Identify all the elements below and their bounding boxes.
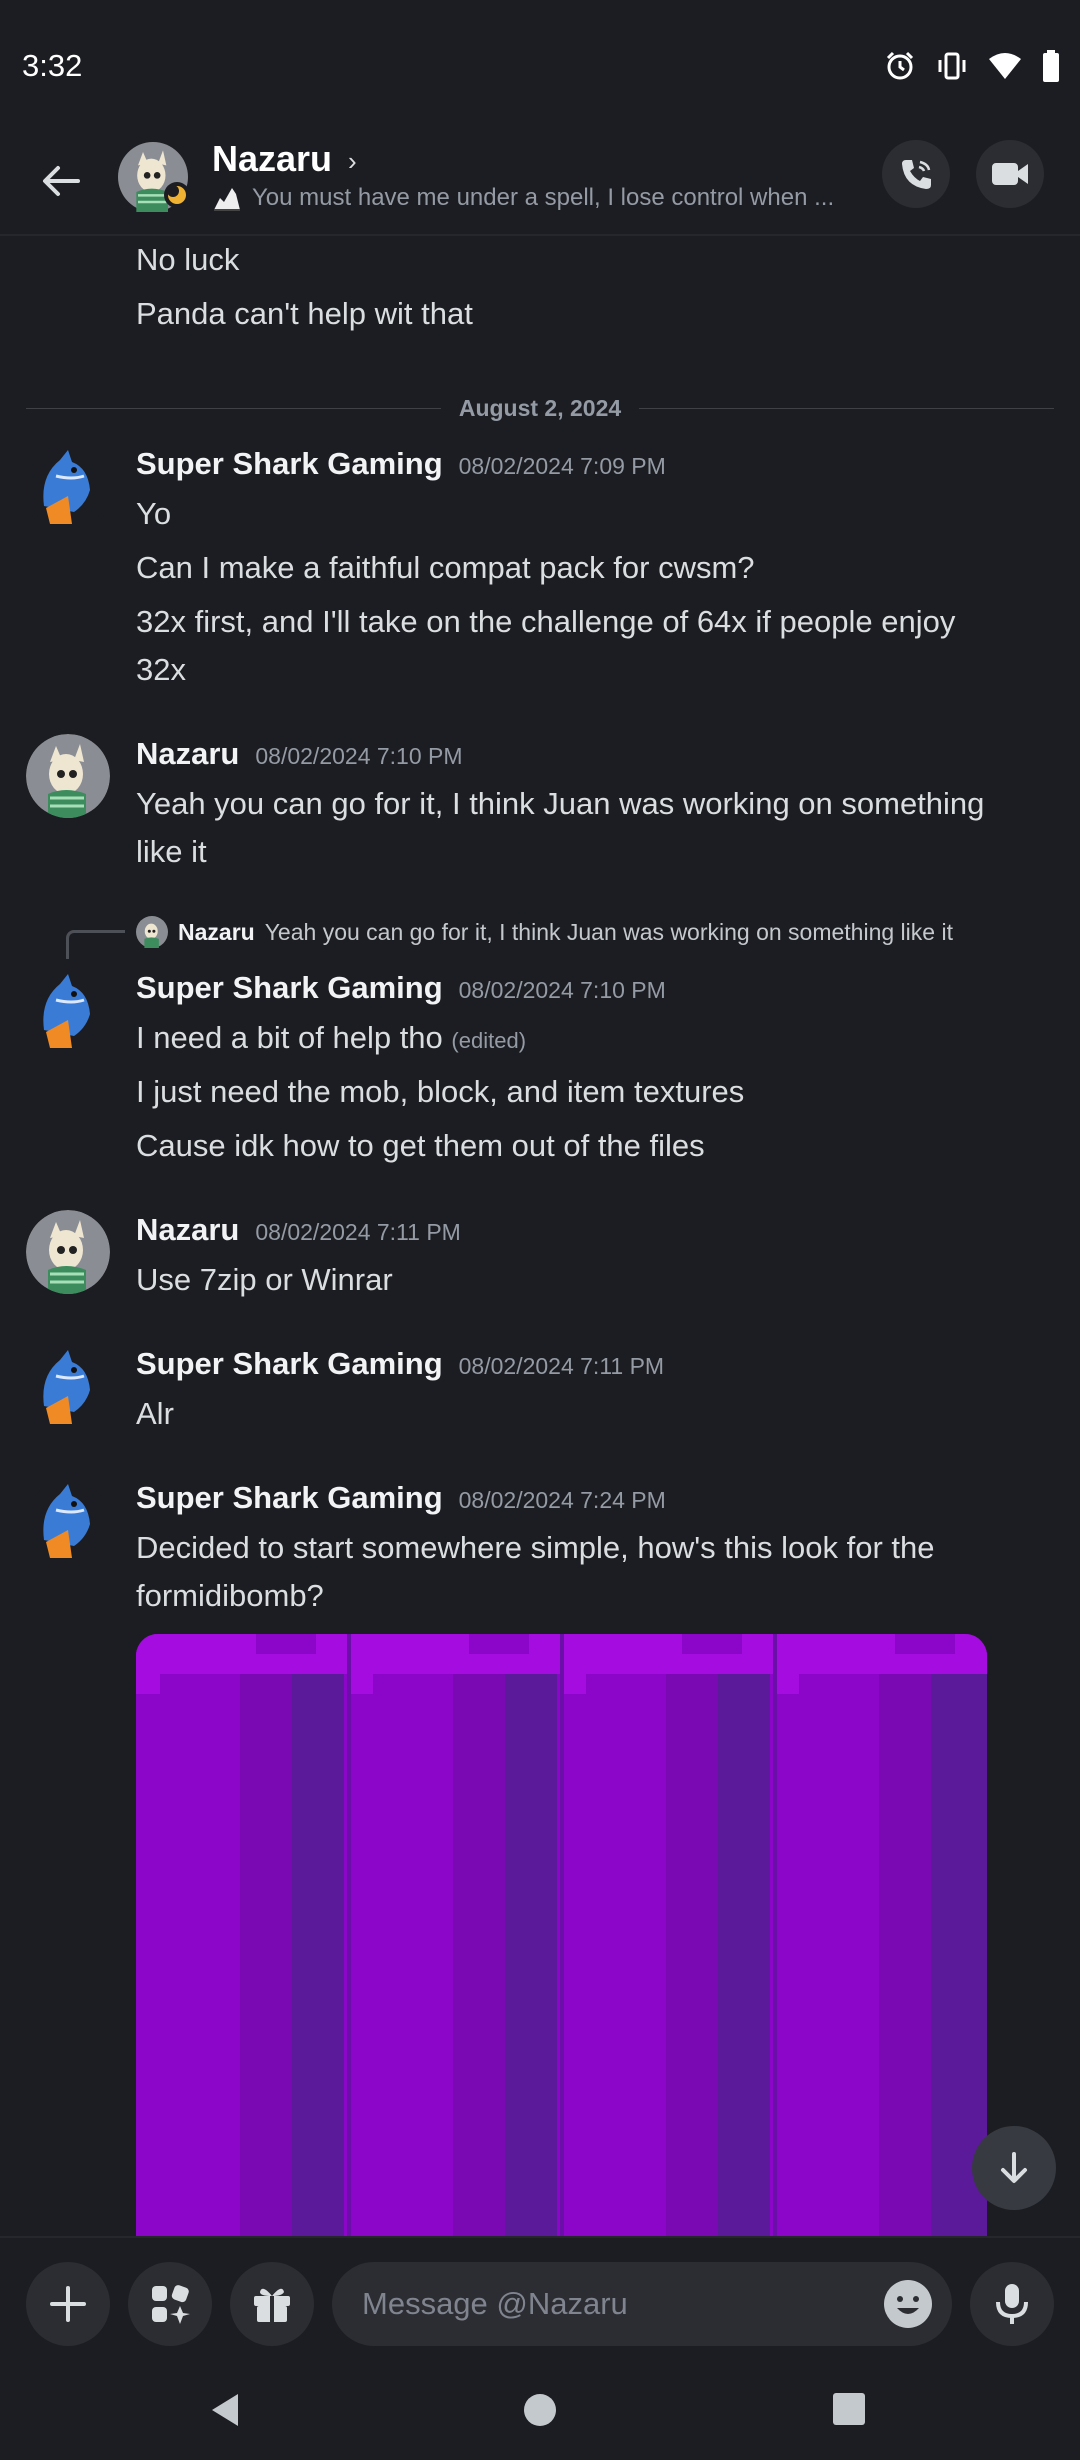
- image-attachment[interactable]: [136, 1634, 987, 2236]
- reply-author: Nazaru: [178, 918, 255, 945]
- nav-home-icon[interactable]: [522, 2392, 558, 2428]
- video-camera-icon: [992, 163, 1028, 185]
- message-line: No luck: [136, 242, 240, 277]
- author-name[interactable]: Super Shark Gaming: [136, 1480, 443, 1516]
- custom-status-text: You must have me under a spell, I lose c…: [252, 184, 835, 211]
- formidibomb-texture-image: [136, 1634, 987, 2236]
- system-navigation-bar: [0, 2358, 1080, 2460]
- arrow-down-icon: [1001, 2152, 1027, 2183]
- date-divider: August 2, 2024: [26, 388, 1054, 428]
- message-header: Super Shark Gaming 08/02/2024 7:09 PM: [136, 446, 666, 482]
- back-button[interactable]: [36, 156, 86, 206]
- jump-to-present-button[interactable]: [972, 2126, 1056, 2210]
- shark-avatar-image: [26, 446, 110, 530]
- message-input-container[interactable]: [332, 2262, 952, 2346]
- moon-icon: [167, 185, 186, 204]
- avatar[interactable]: [26, 1480, 110, 1564]
- status-emoji-icon: [214, 188, 240, 211]
- message-timestamp: 08/02/2024 7:10 PM: [458, 977, 666, 1003]
- message-header: Nazaru 08/02/2024 7:10 PM: [136, 736, 463, 772]
- emoji-button[interactable]: [884, 2280, 932, 2328]
- shark-avatar-image: [26, 970, 110, 1054]
- shark-avatar-image: [26, 1346, 110, 1430]
- message-line: Yo: [136, 496, 172, 531]
- nav-back-icon[interactable]: [206, 2390, 246, 2430]
- gift-button[interactable]: [230, 2262, 314, 2346]
- message-line: Cause idk how to get them out of the fil…: [136, 1128, 705, 1163]
- plus-icon: [50, 2286, 86, 2322]
- message-line: Alr: [136, 1396, 174, 1431]
- status-icons: [884, 48, 1060, 84]
- divider-line: [26, 407, 441, 409]
- voice-call-button[interactable]: [882, 140, 950, 208]
- phone-icon: [902, 160, 931, 189]
- dm-header: Nazaru › You must have me under a spell,…: [0, 134, 1080, 236]
- nazaru-avatar-image: [26, 1210, 110, 1294]
- apps-button[interactable]: [128, 2262, 212, 2346]
- message-text: I need a bit of help tho: [136, 1020, 443, 1055]
- message-line: like it: [136, 834, 207, 869]
- message-line: Panda can't help wit that: [136, 296, 473, 331]
- message-line: I need a bit of help tho (edited): [136, 1014, 526, 1065]
- custom-status: You must have me under a spell, I lose c…: [212, 184, 862, 212]
- message-line: formidibomb?: [136, 1578, 324, 1613]
- author-name[interactable]: Nazaru: [136, 1212, 239, 1248]
- avatar[interactable]: [26, 970, 110, 1054]
- avatar[interactable]: [26, 1346, 110, 1430]
- avatar[interactable]: [26, 446, 110, 530]
- message-line: Can I make a faithful compat pack for cw…: [136, 550, 755, 585]
- add-attachment-button[interactable]: [26, 2262, 110, 2346]
- message-timestamp: 08/02/2024 7:11 PM: [458, 1353, 665, 1379]
- message-timestamp: 08/02/2024 7:24 PM: [458, 1487, 666, 1513]
- message-line: 32x: [136, 652, 186, 687]
- presence-idle-badge: [164, 182, 190, 208]
- video-call-button[interactable]: [976, 140, 1044, 208]
- avatar[interactable]: [26, 1210, 110, 1294]
- status-bar: 3:32: [0, 0, 1080, 134]
- gift-icon: [254, 2288, 290, 2322]
- message-timestamp: 08/02/2024 7:10 PM: [255, 743, 463, 769]
- message-header: Super Shark Gaming 08/02/2024 7:24 PM: [136, 1480, 666, 1516]
- microphone-icon: [996, 2284, 1028, 2324]
- reply-spine: [66, 930, 125, 959]
- reply-reference[interactable]: Nazaru Yeah you can go for it, I think J…: [136, 916, 953, 948]
- author-name[interactable]: Super Shark Gaming: [136, 1346, 443, 1382]
- message-line: Yeah you can go for it, I think Juan was…: [136, 786, 985, 821]
- apps-icon: [152, 2285, 190, 2324]
- header-username[interactable]: Nazaru: [212, 138, 332, 180]
- alarm-icon: [886, 51, 914, 80]
- message-composer: [0, 2236, 1080, 2360]
- message-header: Super Shark Gaming 08/02/2024 7:10 PM: [136, 970, 666, 1006]
- status-time: 3:32: [22, 48, 83, 83]
- emoji-icon: [886, 2282, 930, 2326]
- message-input[interactable]: [360, 2285, 844, 2323]
- reply-text: Yeah you can go for it, I think Juan was…: [264, 918, 953, 945]
- message-line: 32x first, and I'll take on the challeng…: [136, 604, 956, 639]
- message-timestamp: 08/02/2024 7:09 PM: [458, 453, 666, 479]
- author-name[interactable]: Super Shark Gaming: [136, 446, 443, 482]
- date-divider-label: August 2, 2024: [458, 394, 622, 421]
- nav-recents-icon[interactable]: [832, 2392, 866, 2426]
- wifi-icon: [989, 53, 1021, 79]
- avatar[interactable]: [26, 734, 110, 818]
- edited-tag: (edited): [451, 1028, 527, 1053]
- message-line: I just need the mob, block, and item tex…: [136, 1074, 745, 1109]
- shark-avatar-image: [26, 1480, 110, 1564]
- chevron-right-icon: ›: [348, 146, 357, 176]
- message-line: Decided to start somewhere simple, how's…: [136, 1530, 935, 1565]
- reply-avatar: [136, 916, 168, 948]
- author-name[interactable]: Super Shark Gaming: [136, 970, 443, 1006]
- message-timestamp: 08/02/2024 7:11 PM: [255, 1219, 461, 1245]
- message-list[interactable]: No luck Panda can't help wit that August…: [0, 236, 1080, 2236]
- message-header: Nazaru 08/02/2024 7:11 PM: [136, 1212, 461, 1248]
- battery-icon: [1043, 50, 1059, 82]
- author-name[interactable]: Nazaru: [136, 736, 239, 772]
- arrow-left-icon: [43, 166, 80, 196]
- nazaru-avatar-image: [26, 734, 110, 818]
- voice-message-button[interactable]: [970, 2262, 1054, 2346]
- message-header: Super Shark Gaming 08/02/2024 7:11 PM: [136, 1346, 664, 1382]
- vibrate-icon: [938, 52, 966, 80]
- message-line: Use 7zip or Winrar: [136, 1262, 393, 1297]
- divider-line: [639, 407, 1054, 409]
